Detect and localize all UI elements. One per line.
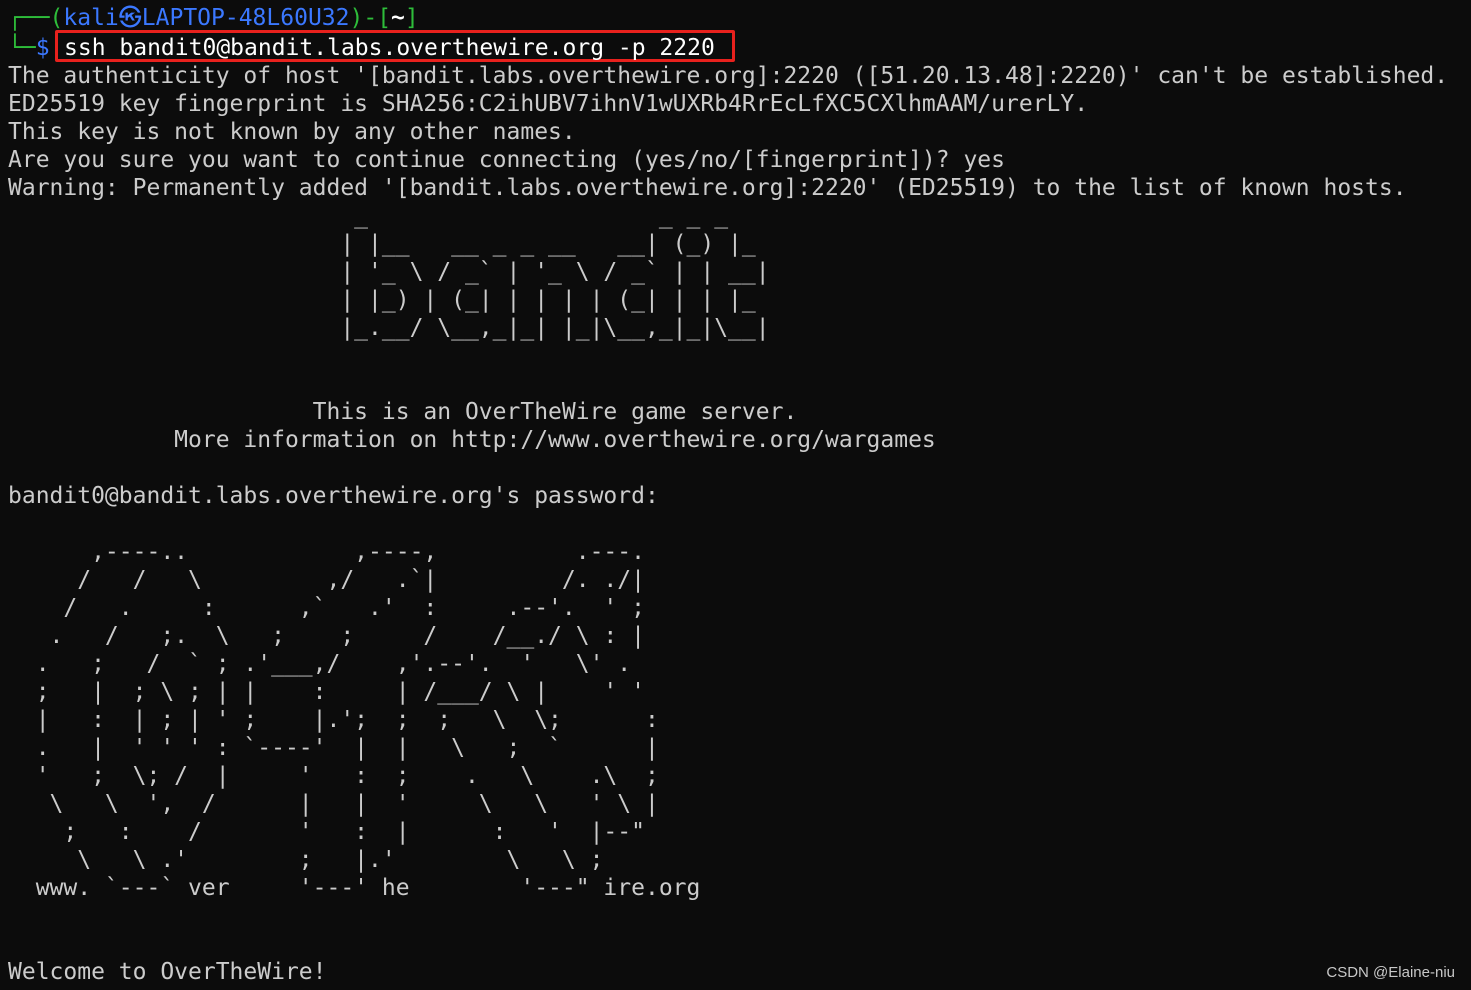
watermark-text: CSDN @Elaine-niu (1326, 964, 1455, 981)
output-line: Warning: Permanently added '[bandit.labs… (8, 175, 1407, 201)
ssh-output: The authenticity of host '[bandit.labs.o… (8, 62, 1448, 202)
output-line: ED25519 key fingerprint is SHA256:C2ihUB… (8, 91, 1089, 117)
ssh-command: ssh bandit0@bandit.labs.overthewire.org … (64, 35, 715, 61)
prompt-open: ┌──( (8, 5, 64, 31)
welcome-message: Welcome to OverTheWire! (8, 959, 327, 985)
output-line: This key is not known by any other names… (8, 119, 576, 145)
overthewire-ascii-logo: ,----.. ,----, .---. / / \ ,/ .`| /. ./|… (35, 539, 701, 901)
terminal-window[interactable]: ┌──(kali㉿LAPTOP-48L60U32)-[~] └─$ ssh ba… (0, 0, 1471, 990)
shell-prompt-line: └─$ (8, 34, 50, 62)
bandit-ascii-banner: _ _ _ _ | |__ __ _ _ __ __| (_) |_ | '_ … (340, 203, 770, 341)
prompt-symbol: $ (35, 35, 50, 61)
output-line: Are you sure you want to continue connec… (8, 147, 1005, 173)
prompt-directory: ~ (391, 5, 405, 31)
prompt-user-host: kali㉿LAPTOP-48L60U32 (63, 5, 350, 31)
password-prompt[interactable]: bandit0@bandit.labs.overthewire.org's pa… (8, 482, 659, 510)
prompt-corner: └─ (8, 35, 36, 61)
output-line: The authenticity of host '[bandit.labs.o… (8, 63, 1449, 89)
server-info-text: This is an OverTheWire game server. More… (174, 399, 936, 453)
prompt-mid: )-[ (349, 5, 392, 31)
prompt-close: ] (404, 5, 419, 31)
shell-prompt-header: ┌──(kali㉿LAPTOP-48L60U32)-[~] (8, 4, 419, 32)
